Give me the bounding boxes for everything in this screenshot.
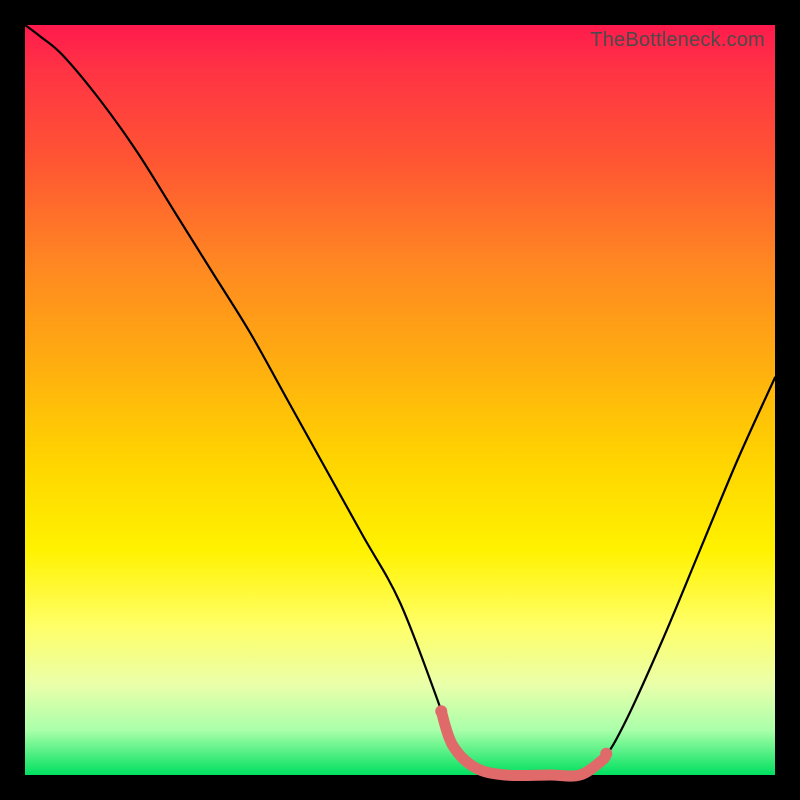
plot-area: TheBottleneck.com <box>25 25 775 775</box>
highlight-segment <box>441 711 606 776</box>
bottleneck-curve <box>25 25 775 776</box>
curve-svg <box>25 25 775 775</box>
highlight-dot-left <box>435 705 447 717</box>
highlight-dot-right <box>600 748 612 760</box>
chart-frame: TheBottleneck.com <box>0 0 800 800</box>
